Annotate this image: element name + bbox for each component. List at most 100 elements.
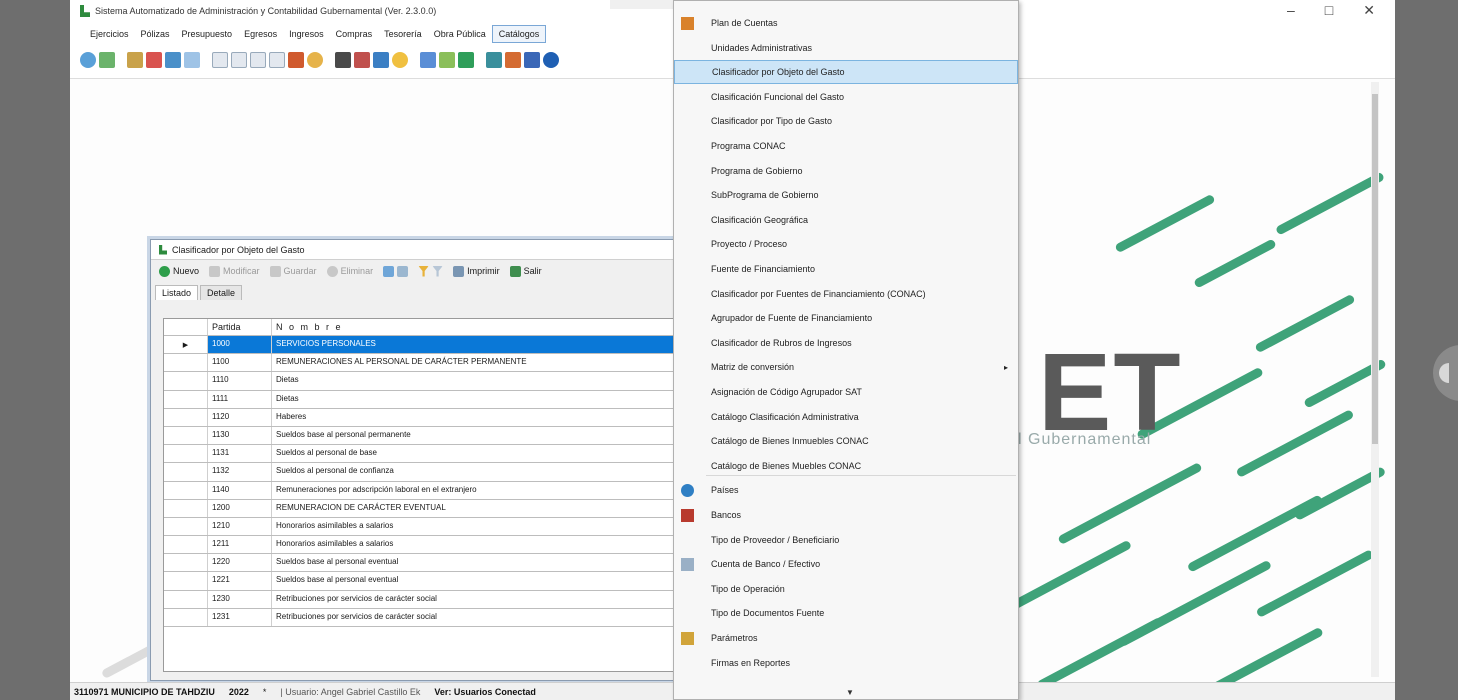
nombre-cell[interactable]: Sueldos al personal de confianza (272, 463, 682, 480)
edit-icon[interactable] (146, 52, 162, 68)
window-icon[interactable] (165, 52, 181, 68)
chart-icon[interactable] (354, 52, 370, 68)
table-row[interactable]: 1221 Sueldos base al personal eventual (164, 572, 682, 591)
menu-item[interactable]: Clasificador por Objeto del Gasto (674, 60, 1018, 85)
calendar-icon[interactable] (524, 52, 540, 68)
menu-item[interactable]: SubPrograma de Gobierno (674, 183, 1018, 207)
partida-cell[interactable]: 1131 (208, 445, 272, 463)
menu-item[interactable]: Tipo de Operación (674, 577, 1018, 601)
menu-item[interactable]: Países (674, 478, 1018, 502)
table-row[interactable]: 1200 REMUNERACION DE CARÁCTER EVENTUAL (164, 499, 682, 518)
nombre-cell[interactable]: Sueldos base al personal eventual (272, 572, 682, 589)
menu-item[interactable]: Clasificador por Tipo de Gasto (674, 109, 1018, 133)
tab-detalle[interactable]: Detalle (200, 285, 243, 300)
menu-compras[interactable]: Compras (330, 26, 379, 42)
menu-item[interactable]: Asignación de Código Agrupador SAT (674, 380, 1018, 404)
smiley-icon[interactable] (392, 52, 408, 68)
menu-item[interactable]: Bancos (674, 503, 1018, 527)
folder-icon[interactable] (127, 52, 143, 68)
menu-presupuesto[interactable]: Presupuesto (176, 26, 239, 42)
nombre-cell[interactable]: Sueldos base al personal eventual (272, 554, 682, 571)
close-button[interactable]: ✕ (1363, 2, 1375, 19)
partida-cell[interactable]: 1200 (208, 499, 272, 517)
menu-catalogos[interactable]: Catálogos (491, 25, 547, 43)
menu-item[interactable]: Tipo de Documentos Fuente (674, 601, 1018, 625)
refresh-icon[interactable] (80, 52, 96, 68)
nombre-cell[interactable]: REMUNERACIONES AL PERSONAL DE CARÁCTER P… (272, 354, 682, 371)
connected-users[interactable]: Ver: Usuarios Conectad (434, 687, 536, 697)
help-icon[interactable] (543, 52, 559, 68)
partida-cell[interactable]: 1231 (208, 608, 272, 626)
table-row[interactable]: 1100 REMUNERACIONES AL PERSONAL DE CARÁCT… (164, 354, 682, 373)
partida-cell[interactable]: 1130 (208, 426, 272, 445)
partida-cell[interactable]: 1111 (208, 390, 272, 408)
partida-cell[interactable]: 1100 (208, 354, 272, 372)
report-icon[interactable] (212, 52, 228, 68)
nombre-cell[interactable]: Dietas (272, 372, 682, 389)
people-icon[interactable] (373, 52, 389, 68)
menu-item[interactable]: Clasificación Geográfica (674, 208, 1018, 232)
menu-item[interactable]: Programa CONAC (674, 134, 1018, 158)
settings-icon[interactable] (505, 52, 521, 68)
salir-button[interactable]: Salir (509, 265, 542, 277)
grid-view-button[interactable] (383, 265, 409, 277)
menu-item[interactable]: Clasificador de Rubros de Ingresos (674, 331, 1018, 355)
menu-ingresos[interactable]: Ingresos (283, 26, 330, 42)
menu-item[interactable]: Firmas en Reportes (674, 651, 1018, 675)
nombre-cell[interactable]: Retribuciones por servicios de carácter … (272, 609, 682, 626)
menu-item[interactable]: Agrupador de Fuente de Financiamiento (674, 306, 1018, 330)
menu-item[interactable]: Catálogo de Bienes Inmuebles CONAC (674, 429, 1018, 453)
table-row[interactable]: 1231 Retribuciones por servicios de carác… (164, 608, 682, 627)
grid-icon[interactable] (184, 52, 200, 68)
partida-cell[interactable]: 1132 (208, 463, 272, 481)
partida-column-header[interactable]: Partida (208, 319, 272, 335)
workspace-scrollbar[interactable] (1371, 82, 1379, 677)
menu-item[interactable]: Unidades Administrativas (674, 36, 1018, 60)
package-icon[interactable] (288, 52, 304, 68)
partida-cell[interactable]: 1140 (208, 481, 272, 499)
table-row[interactable]: 1120 Haberes (164, 408, 682, 427)
nombre-cell[interactable]: SERVICIOS PERSONALES (272, 336, 682, 354)
imprimir-button[interactable]: Imprimir (453, 265, 500, 277)
partida-cell[interactable]: 1110 (208, 372, 272, 390)
coin-icon[interactable] (307, 52, 323, 68)
partida-cell[interactable]: 1220 (208, 554, 272, 572)
menu-ejercicios[interactable]: Ejercicios (84, 26, 135, 42)
guardar-button[interactable]: Guardar (269, 265, 317, 277)
table-row[interactable]: 1110 Dietas (164, 372, 682, 391)
table-row[interactable]: 1211 Honorarios asimilables a salarios (164, 536, 682, 555)
tab-listado[interactable]: Listado (155, 285, 199, 300)
partida-cell[interactable]: 1120 (208, 408, 272, 426)
table-row[interactable]: ▶ 1000 SERVICIOS PERSONALES (164, 336, 682, 355)
nombre-cell[interactable]: REMUNERACION DE CARÁCTER EVENTUAL (272, 500, 682, 517)
tree-icon[interactable] (486, 52, 502, 68)
table-row[interactable]: 1130 Sueldos base al personal permanente (164, 426, 682, 446)
menu-item[interactable]: Parámetros (674, 626, 1018, 650)
scrollbar-thumb[interactable] (1372, 94, 1378, 444)
document-icon[interactable] (99, 52, 115, 68)
transfer-icon[interactable] (420, 52, 436, 68)
menu-polizas[interactable]: Pólizas (135, 26, 176, 42)
menu-item[interactable]: Plan de Cuentas (674, 11, 1018, 35)
nombre-cell[interactable]: Dietas (272, 391, 682, 408)
menu-item[interactable]: Clasificador por Fuentes de Financiamien… (674, 282, 1018, 306)
side-panel-handle[interactable] (1433, 345, 1458, 401)
partida-cell[interactable]: 1221 (208, 572, 272, 590)
menu-tesoreria[interactable]: Tesorería (378, 26, 428, 42)
nombre-cell[interactable]: Remuneraciones por adscripción laboral e… (272, 482, 682, 499)
nombre-cell[interactable]: Sueldos base al personal permanente (272, 427, 682, 444)
menu-egresos[interactable]: Egresos (238, 26, 283, 42)
report-icon[interactable] (269, 52, 285, 68)
nombre-cell[interactable]: Retribuciones por servicios de carácter … (272, 591, 682, 608)
report-icon[interactable] (231, 52, 247, 68)
filter-button[interactable] (418, 265, 444, 277)
partida-cell[interactable]: 1211 (208, 536, 272, 554)
menu-item[interactable]: Programa de Gobierno (674, 159, 1018, 183)
report-icon[interactable] (250, 52, 266, 68)
nombre-cell[interactable]: Sueldos al personal de base (272, 445, 682, 462)
menu-item[interactable]: Tipo de Proveedor / Beneficiario (674, 528, 1018, 552)
menu-item[interactable]: Proyecto / Proceso (674, 232, 1018, 256)
menu-scroll-down-icon[interactable]: ▼ (846, 688, 854, 697)
globe-icon[interactable] (458, 52, 474, 68)
menu-item[interactable]: Cuenta de Banco / Efectivo (674, 552, 1018, 576)
